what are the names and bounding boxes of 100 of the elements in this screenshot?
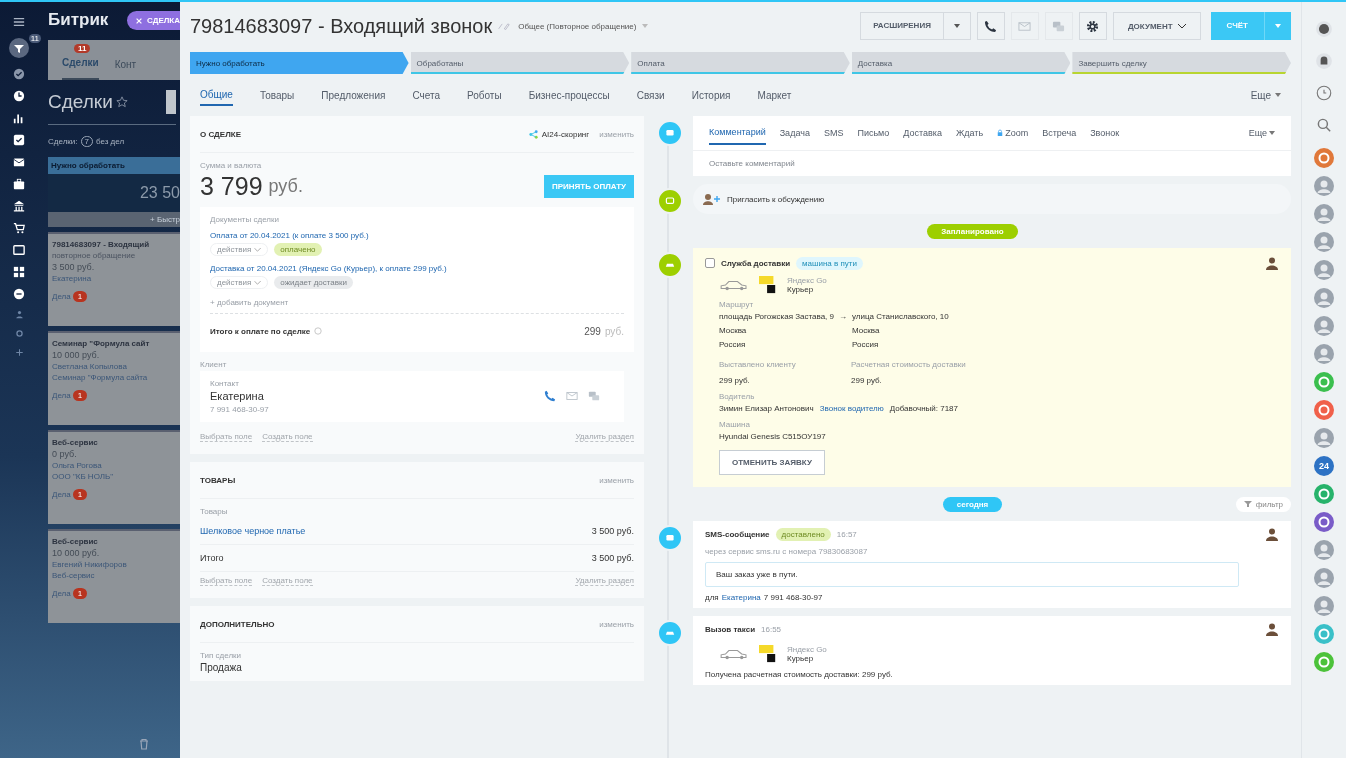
deal-card[interactable]: 79814683097 - Входящий повторное обращение 3 500 руб. Екатерина Дела 1 — [48, 232, 180, 326]
filter-icon[interactable] — [9, 38, 29, 58]
bank-icon[interactable] — [13, 200, 25, 212]
avatar-icon[interactable] — [1314, 232, 1334, 252]
recipient-link[interactable]: Екатерина — [721, 593, 761, 602]
app-icon[interactable] — [1314, 400, 1334, 420]
tab[interactable]: Предложения — [321, 85, 386, 105]
caret-icon — [1269, 131, 1275, 135]
window-icon[interactable] — [13, 244, 25, 256]
avatar-icon[interactable] — [1314, 568, 1334, 588]
plus-icon[interactable] — [14, 348, 24, 357]
close-icon[interactable] — [135, 16, 143, 25]
checkbox[interactable] — [705, 258, 715, 268]
star-icon[interactable] — [115, 96, 128, 108]
activity-tab[interactable]: Встреча — [1042, 122, 1077, 144]
more-tab[interactable]: Еще — [1250, 85, 1281, 105]
activity-tab[interactable]: Zoom — [997, 122, 1029, 144]
caret-icon[interactable] — [953, 24, 960, 28]
stage-step[interactable]: Оплата — [631, 52, 850, 74]
time-label: 16:55 — [761, 624, 782, 634]
tab[interactable]: Бизнес-процессы — [528, 85, 610, 105]
tab[interactable]: История — [691, 85, 731, 105]
deal-title: Веб-сервис — [52, 438, 99, 447]
deal-card[interactable]: Веб-сервис 10 000 руб. Евгений Никифоров Веб-сервис Дела 1 — [48, 529, 180, 623]
count-badge: 1 — [72, 390, 88, 401]
stage-step[interactable]: Доставка — [851, 52, 1071, 74]
deal-card[interactable]: Семинар "Формула сайт 10 000 руб. Светлана Копылова Семинар "Формула сайта Дела 1 — [48, 331, 180, 425]
activity-tab[interactable]: Доставка — [903, 122, 942, 144]
activity-tab[interactable]: SMS — [823, 122, 844, 144]
activity-tab[interactable]: Звонок — [1090, 122, 1120, 144]
product-link[interactable]: Шелковое черное платье — [200, 526, 306, 536]
phone-button[interactable] — [976, 12, 1005, 40]
app-icon[interactable] — [1314, 372, 1334, 392]
chat-icon — [657, 188, 683, 214]
activity-tab[interactable]: Ждать — [955, 122, 984, 144]
settings-button[interactable] — [1078, 12, 1107, 40]
quick-add-button[interactable]: + Быстр — [48, 212, 180, 227]
scoring-link[interactable]: AI24-скоринг — [541, 129, 590, 139]
tab[interactable]: Связи — [636, 85, 665, 105]
contact-name[interactable]: Екатерина — [210, 390, 534, 402]
grid-icon[interactable] — [13, 266, 25, 278]
document-button[interactable]: ДОКУМЕНТ — [1112, 12, 1201, 40]
phone-icon[interactable] — [544, 389, 556, 402]
avatar-icon[interactable] — [1314, 260, 1334, 280]
check-circle-icon[interactable] — [13, 68, 25, 80]
briefcase-icon[interactable] — [13, 178, 25, 190]
trash-icon[interactable] — [138, 738, 150, 750]
call-driver-link[interactable]: Звонок водителю — [819, 404, 884, 413]
count-badge: 1 — [72, 588, 88, 599]
bar-chart-icon[interactable] — [13, 112, 25, 124]
document-link[interactable]: Доставка от 20.04.2021 (Яндекс Go (Курьер), к оплате 299 руб.) — [210, 264, 624, 273]
document-link[interactable]: Оплата от 20.04.2021 (к оплате 3 500 руб.) — [210, 231, 624, 240]
avatar-icon[interactable] — [1314, 596, 1334, 616]
avatar-icon[interactable] — [1314, 540, 1334, 560]
currency: руб. — [268, 176, 303, 197]
app-icon[interactable] — [1314, 652, 1334, 672]
avatar-icon[interactable] — [1314, 344, 1334, 364]
avatar-icon[interactable] — [1314, 176, 1334, 196]
activity-tab[interactable]: Комментарий — [709, 121, 766, 145]
activity-tab[interactable]: Письмо — [857, 122, 890, 144]
invite-button[interactable]: Пригласить к обсуждению — [693, 184, 1291, 214]
more-tab[interactable]: Еще — [1248, 122, 1275, 144]
avatar-icon[interactable] — [1314, 428, 1334, 448]
comment-icon — [657, 120, 683, 146]
cancel-request-button[interactable]: ОТМЕНИТЬ ЗАЯВКУ — [719, 450, 825, 475]
stage-step[interactable]: Завершить сделку — [1072, 52, 1291, 74]
deal-card[interactable]: Веб-сервис 0 руб. Ольга Рогова ООО "КБ НОЛЬ" Дела 1 — [48, 430, 180, 524]
filter-field[interactable] — [166, 90, 176, 114]
provider-name: Яндекс Go — [787, 276, 827, 285]
app-badge[interactable]: 24 — [1314, 456, 1334, 476]
tab[interactable]: Счета — [412, 85, 440, 105]
extensions-button[interactable]: РАСШИРЕНИЯ — [860, 12, 971, 40]
tab[interactable]: Общие — [200, 84, 233, 106]
comment-field[interactable]: Оставьте комментарий — [693, 151, 1291, 176]
app-icon[interactable] — [1314, 148, 1334, 168]
checkbox-icon[interactable] — [13, 134, 25, 146]
activity-tab[interactable]: Задача — [779, 122, 810, 144]
app-icon[interactable] — [1314, 484, 1334, 504]
avatar-icon[interactable] — [1314, 204, 1334, 224]
stage-step[interactable]: Нужно обработать — [190, 52, 409, 74]
envelope-icon[interactable] — [13, 156, 25, 168]
close-button[interactable]: СДЕЛКА — [127, 11, 180, 30]
deal-amount: 3 500 руб. — [52, 262, 96, 272]
stage-step[interactable]: Обработаны — [410, 52, 630, 74]
nodes-icon — [528, 129, 538, 139]
search-icon[interactable] — [1315, 116, 1333, 134]
menu-icon[interactable] — [13, 16, 25, 28]
tab[interactable]: Роботы — [467, 85, 502, 105]
person-icon[interactable] — [14, 310, 24, 319]
app-icon[interactable] — [1314, 512, 1334, 532]
bell-icon[interactable] — [1315, 52, 1333, 70]
avatar-icon[interactable] — [1314, 288, 1334, 308]
filter-button[interactable]: фильтр — [1235, 496, 1291, 512]
avatar-icon[interactable] — [1314, 316, 1334, 336]
cart-icon[interactable] — [13, 222, 25, 234]
clock-icon[interactable] — [13, 90, 25, 102]
tab[interactable]: Товары — [259, 85, 295, 105]
category-selector[interactable]: Общее (Повторное обращение) — [518, 21, 637, 31]
tab[interactable]: Маркет — [757, 85, 792, 105]
app-icon[interactable] — [1314, 624, 1334, 644]
